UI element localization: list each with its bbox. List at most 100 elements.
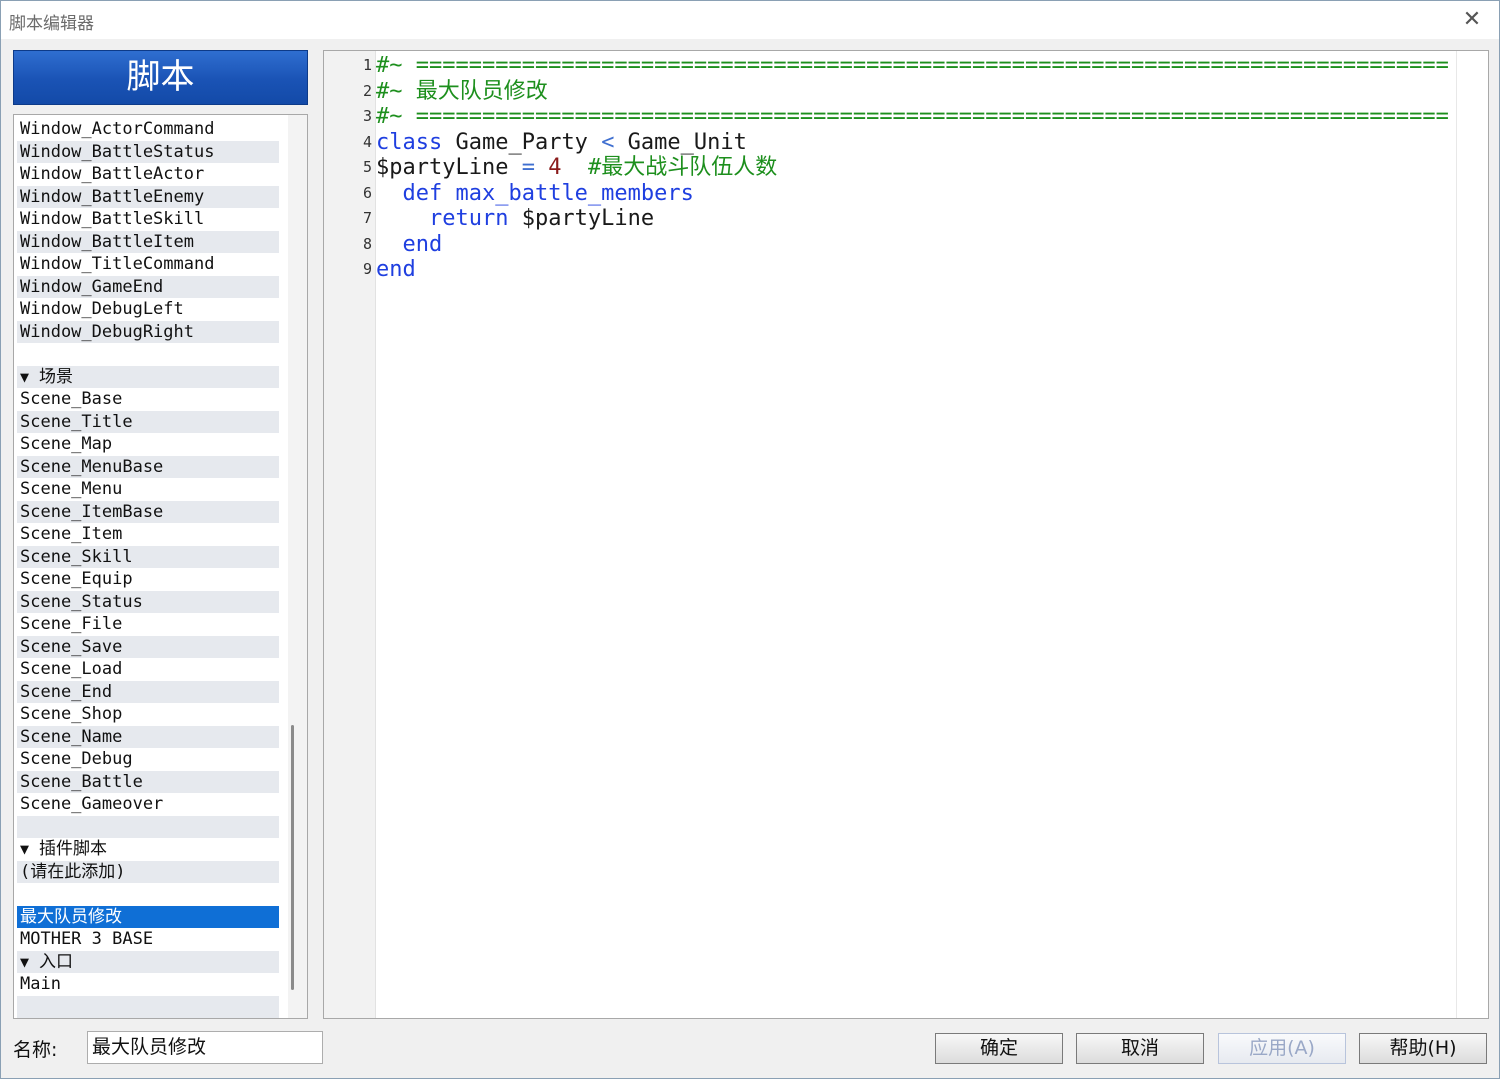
script-list-item[interactable]: Scene_Menu (17, 478, 279, 501)
script-list-item-label: Window_GameEnd (20, 276, 164, 297)
code-text: #~ =====================================… (376, 104, 1449, 130)
script-list-item-label: Window_BattleItem (20, 231, 194, 252)
code-text: end (376, 232, 442, 258)
code-line[interactable]: 4 class Game_Party < Game_Unit (324, 130, 1458, 156)
line-number: 9 (362, 260, 372, 278)
script-list-item[interactable]: (请在此添加) (17, 860, 279, 883)
script-list-item-label: Scene_MenuBase (20, 456, 164, 477)
script-list-item[interactable]: Window_ActorCommand (17, 118, 279, 141)
code-text: def max_battle_members (376, 180, 693, 207)
code-editor[interactable]: 1 #~ ====================================… (323, 50, 1489, 1019)
script-list-item[interactable]: Window_BattleActor (17, 163, 279, 186)
script-list-item-label: Scene_Map (20, 434, 113, 454)
code-line[interactable]: 9 end (324, 257, 1458, 283)
script-list-item[interactable] (17, 995, 279, 1018)
code-line[interactable]: 1 #~ ====================================… (324, 53, 1458, 79)
script-list-item[interactable]: Scene_Save (17, 635, 279, 658)
script-list-item-label: Scene_Item (20, 524, 123, 544)
code-line[interactable]: 2 #~ 最大队员修改 (324, 79, 1458, 105)
code-line[interactable]: 3 #~ ====================================… (324, 104, 1458, 130)
script-list-item-label: Scene_Menu (20, 479, 123, 499)
script-list-item[interactable]: Window_DebugRight (17, 320, 279, 343)
code-line[interactable]: 6 def max_battle_members (324, 181, 1458, 207)
script-list-item[interactable]: Scene_Skill (17, 545, 279, 568)
script-list-item[interactable]: Main (17, 973, 279, 996)
line-number: 6 (362, 183, 372, 202)
code-token: end (376, 257, 416, 282)
script-list-scroll-thumb[interactable] (291, 725, 294, 990)
script-list-item[interactable]: MOTHER 3 BASE (17, 928, 279, 951)
script-list-item[interactable]: Scene_End (17, 680, 279, 703)
code-token: def (376, 180, 443, 206)
script-list-item[interactable] (17, 343, 279, 366)
script-list-item-label: Window_DebugRight (20, 321, 194, 342)
line-number: 8 (362, 234, 372, 253)
code-line[interactable]: 8 end (324, 232, 1458, 258)
code-token: < (601, 129, 615, 155)
apply-button[interactable]: 应用(A) (1218, 1033, 1346, 1064)
cancel-button[interactable]: 取消 (1076, 1033, 1204, 1064)
code-token: #~ 最大队员修改 (376, 78, 548, 104)
code-text: #~ =====================================… (376, 53, 1449, 79)
script-list-item[interactable]: Scene_Equip (17, 568, 279, 591)
script-list-item[interactable]: Scene_Gameover (17, 793, 279, 816)
editor-scrollbar[interactable] (1456, 51, 1488, 1018)
script-list-item-label: Scene_Name (20, 726, 123, 747)
line-number: 3 (362, 107, 372, 125)
code-text: class Game_Party < Game_Unit (376, 130, 747, 156)
script-list-item[interactable]: Scene_Load (17, 658, 279, 681)
script-list-item-label: Scene_Load (20, 659, 123, 679)
script-list-item-label: Window_BattleStatus (20, 141, 215, 162)
script-list-item[interactable]: Scene_Name (17, 725, 279, 748)
script-list-item[interactable]: Scene_Item (17, 523, 279, 546)
script-editor-window: 脚本编辑器 ✕ 脚本 Window_ActorCommand Window_Bat… (0, 0, 1500, 1079)
script-list-item[interactable]: Scene_ItemBase (17, 500, 279, 523)
code-token: $partyLine (508, 206, 655, 231)
script-list-section[interactable]: ▼ 入口 (17, 950, 279, 973)
script-list-item[interactable]: Scene_File (17, 613, 279, 636)
script-list-item-label: Scene_Title (20, 411, 133, 432)
code-line[interactable]: 5 $partyLine = 4 #最大战斗队伍人数 (324, 155, 1458, 181)
script-list[interactable]: Window_ActorCommand Window_BattleStatus Wi… (13, 114, 308, 1019)
help-button[interactable]: 帮助(H) (1359, 1033, 1487, 1064)
title-bar: 脚本编辑器 ✕ (1, 1, 1499, 39)
script-list-item[interactable]: Window_DebugLeft (17, 298, 279, 321)
line-number: 1 (362, 56, 372, 74)
script-list-item[interactable]: Scene_MenuBase (17, 455, 279, 478)
script-list-scrollbar[interactable] (288, 115, 307, 1018)
code-token: $partyLine (376, 155, 522, 180)
script-list-item[interactable]: Window_BattleEnemy (17, 185, 279, 208)
script-list-item[interactable]: Scene_Map (17, 433, 279, 456)
script-name-input[interactable]: 最大队员修改 (87, 1031, 323, 1064)
script-list-item[interactable]: Scene_Status (17, 590, 279, 613)
code-token: #最大战斗队伍人数 (561, 155, 778, 180)
script-list-section[interactable]: ▼ 场景 (17, 365, 279, 388)
script-list-item-label: 最大队员修改 (20, 906, 122, 927)
script-list-item[interactable]: Scene_Shop (17, 703, 279, 726)
script-list-item[interactable]: Window_GameEnd (17, 275, 279, 298)
script-list-item[interactable]: Scene_Title (17, 410, 279, 433)
code-token: Game_Unit (614, 129, 747, 155)
script-list-item-label: Scene_File (20, 614, 123, 634)
script-list-item[interactable]: Window_TitleCommand (17, 253, 279, 276)
script-list-item[interactable] (17, 815, 279, 838)
code-text: return $partyLine (376, 206, 654, 232)
script-list-item[interactable]: 最大队员修改 (17, 905, 279, 928)
script-list-item[interactable] (17, 883, 279, 906)
script-list-item[interactable]: Window_BattleStatus (17, 140, 279, 163)
script-list-item-label: Window_BattleActor (20, 164, 205, 184)
code-token: end (376, 231, 443, 257)
line-number: 5 (362, 158, 372, 176)
code-token: #~ =====================================… (376, 104, 1449, 129)
script-list-item-label: MOTHER 3 BASE (20, 929, 154, 949)
script-list-item[interactable]: Scene_Battle (17, 770, 279, 793)
script-list-item[interactable]: Scene_Debug (17, 748, 279, 771)
close-icon[interactable]: ✕ (1459, 7, 1485, 33)
script-list-item[interactable]: Scene_Base (17, 388, 279, 411)
code-token: 4 (548, 155, 562, 180)
script-list-section[interactable]: ▼ 插件脚本 (17, 838, 279, 861)
ok-button[interactable]: 确定 (935, 1033, 1063, 1064)
script-list-item[interactable]: Window_BattleItem (17, 230, 279, 253)
code-line[interactable]: 7 return $partyLine (324, 206, 1458, 232)
script-list-item[interactable]: Window_BattleSkill (17, 208, 279, 231)
